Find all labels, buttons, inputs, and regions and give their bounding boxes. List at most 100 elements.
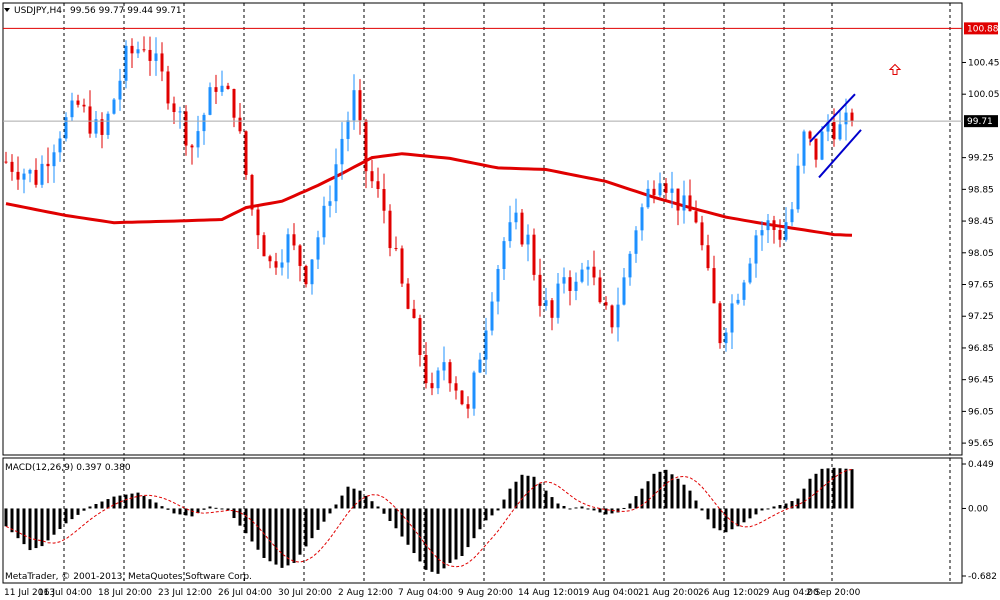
macd-bar <box>418 508 422 562</box>
macd-bar <box>400 508 404 537</box>
time-tick-label: 18 Jul 20:00 <box>98 588 152 598</box>
macd-bar <box>514 481 518 509</box>
macd-bar <box>136 492 140 509</box>
macd-tick-label: 0.00 <box>968 504 988 514</box>
macd-bar <box>742 508 746 523</box>
macd-bar <box>22 508 26 545</box>
macd-bar <box>736 508 740 527</box>
candle <box>304 264 308 288</box>
price-tick-label: 100.05 <box>968 90 1000 100</box>
macd-bar <box>88 506 92 509</box>
macd-bar <box>622 507 626 509</box>
macd-bar <box>406 508 410 545</box>
time-tick-label: 14 Aug 12:00 <box>518 588 579 598</box>
price-tick-label: 96.85 <box>968 344 994 354</box>
candle <box>718 301 722 349</box>
macd-bar <box>808 478 812 509</box>
macd-bar <box>682 484 686 509</box>
time-tick-label: 19 Aug 04:00 <box>578 588 639 598</box>
macd-bar <box>520 474 524 509</box>
ohlc-values: 99.56 99.77 99.44 99.71 <box>70 6 182 16</box>
time-tick-label: 7 Aug 04:00 <box>398 588 453 598</box>
current-price-badge-label: 99.71 <box>967 117 993 127</box>
macd-bar <box>772 506 776 509</box>
macd-bar <box>208 506 212 509</box>
macd-bar <box>376 506 380 509</box>
time-tick-label: 16 Jul 04:00 <box>38 588 92 598</box>
candle <box>112 97 116 115</box>
macd-bar <box>496 508 500 511</box>
macd-bar <box>154 502 158 509</box>
macd-tick-label: -0.682 <box>968 572 997 582</box>
macd-bar <box>754 508 758 515</box>
macd-bar <box>538 483 542 509</box>
macd-bar <box>112 496 116 509</box>
price-tick-label: 99.25 <box>968 154 994 164</box>
time-tick-label: 2 Sep 20:00 <box>806 588 861 598</box>
macd-bar <box>82 508 86 511</box>
macd-bar <box>796 498 800 509</box>
macd-bar <box>574 507 578 509</box>
macd-bar <box>298 508 302 555</box>
time-axis: 11 Jul 201316 Jul 04:00 18 Jul 20:00 23 Ju… <box>4 588 861 598</box>
resistance-badge: 100.88 <box>964 22 999 35</box>
macd-bar <box>694 500 698 509</box>
macd-bar <box>532 476 536 509</box>
price-chart[interactable]: 100.45 100.05 99.25 98.85 98.45 98.05 97.65 97.… <box>0 0 1000 600</box>
macd-bar <box>130 493 134 509</box>
macd-bar <box>340 495 344 509</box>
candle <box>262 232 266 257</box>
macd-bar <box>292 508 296 563</box>
macd-bar <box>316 508 320 530</box>
candle <box>244 130 248 180</box>
price-tick-label: 98.45 <box>968 217 994 227</box>
candle <box>166 65 170 110</box>
macd-bar <box>502 499 506 509</box>
price-tick-label: 98.85 <box>968 185 994 195</box>
macd-bar <box>652 473 656 509</box>
macd-bar <box>454 508 458 560</box>
macd-bar <box>352 488 356 509</box>
macd-bar <box>256 508 260 550</box>
macd-bar <box>172 508 176 514</box>
macd-bar <box>616 508 620 513</box>
macd-bar <box>838 468 842 509</box>
macd-bar <box>364 495 368 509</box>
price-tick-label: 95.65 <box>968 439 994 449</box>
macd-bar <box>244 508 248 534</box>
macd-bar <box>580 506 584 509</box>
macd-bar <box>274 508 278 565</box>
macd-bar <box>850 469 854 509</box>
macd-bar <box>46 508 50 541</box>
macd-bar <box>16 508 20 539</box>
chart-header[interactable]: USDJPY,H4 99.56 99.77 99.44 99.71 <box>4 6 182 16</box>
macd-bar <box>556 503 560 509</box>
macd-bar <box>76 508 80 515</box>
macd-bar <box>466 508 470 548</box>
price-tick-label: 98.05 <box>968 249 994 259</box>
macd-bar <box>322 508 326 522</box>
macd-bar <box>646 481 650 509</box>
time-tick-label: 9 Aug 20:00 <box>458 588 513 598</box>
macd-bar <box>562 505 566 509</box>
macd-bar <box>436 508 440 574</box>
price-tick-label: 97.65 <box>968 281 994 291</box>
price-tick-label: 96.05 <box>968 407 994 417</box>
macd-bar <box>718 508 722 531</box>
macd-bar <box>124 494 128 509</box>
price-tick-label: 97.25 <box>968 312 994 322</box>
macd-bar <box>598 508 602 513</box>
price-tick-label: 96.45 <box>968 376 994 386</box>
macd-bar <box>238 508 242 526</box>
macd-bar <box>760 508 764 511</box>
candle <box>106 111 110 139</box>
macd-bar <box>814 473 818 509</box>
candle <box>460 390 464 406</box>
macd-bar <box>700 508 704 511</box>
time-tick-label: 26 Jul 04:00 <box>218 588 272 598</box>
macd-bar <box>190 508 194 517</box>
time-tick-label: 21 Aug 20:00 <box>638 588 699 598</box>
resistance-badge-label: 100.88 <box>967 24 999 34</box>
macd-bar <box>232 508 236 519</box>
macd-bar <box>328 508 332 514</box>
